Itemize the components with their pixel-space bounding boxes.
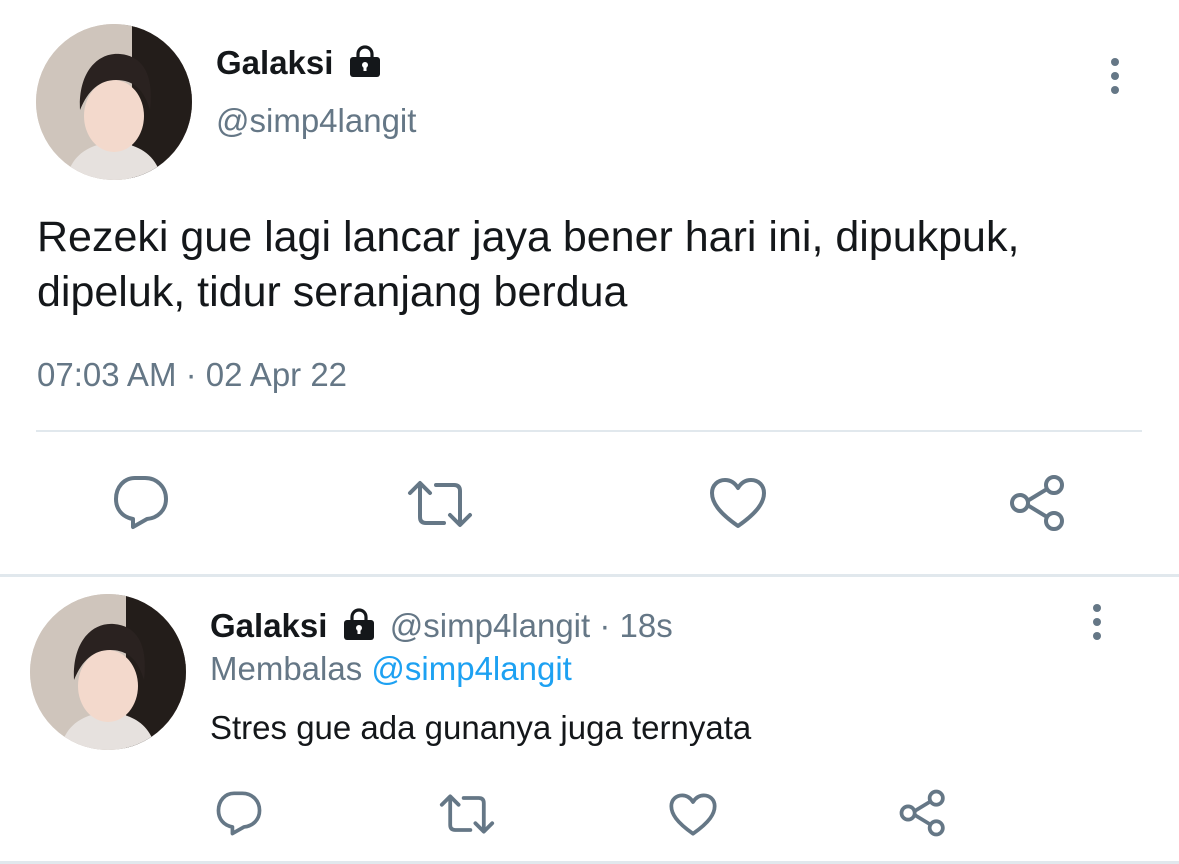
display-name-text: Galaksi (216, 44, 334, 81)
reply-like-icon[interactable] (668, 792, 718, 837)
main-share-icon[interactable] (1007, 474, 1069, 532)
main-tweet-more-vert-icon[interactable] (1106, 58, 1124, 94)
lock-icon (347, 44, 383, 86)
main-like-icon[interactable] (708, 476, 768, 530)
reply-tweet-more-vert-icon[interactable] (1088, 604, 1106, 640)
main-reply-icon[interactable] (111, 474, 171, 530)
main-tweet-avatar[interactable] (36, 24, 192, 180)
main-tweet-handle[interactable]: @simp4langit (216, 102, 416, 140)
reply-share-icon[interactable] (897, 789, 949, 837)
reply-tweet-text: Stres gue ada gunanya juga ternyata (210, 709, 752, 746)
main-tweet-timestamp[interactable]: 07:03 AM · 02 Apr 22 (37, 356, 347, 394)
reply-replying-to: Membalas @simp4langit (210, 650, 572, 688)
replying-label: Membalas (210, 650, 363, 687)
main-retweet-icon[interactable] (406, 479, 474, 529)
replying-to-link[interactable]: @simp4langit (371, 650, 571, 687)
reply-tweet-avatar[interactable] (30, 594, 186, 750)
main-tweet-text-line1: Rezeki gue lagi lancar jaya bener hari i… (37, 213, 1020, 261)
main-tweet-text: Rezeki gue lagi lancar jaya bener hari i… (37, 210, 1019, 320)
reply-display-name[interactable]: Galaksi (210, 607, 327, 644)
main-tweet-divider (36, 430, 1142, 432)
reply-retweet-icon[interactable] (438, 793, 496, 835)
reply-handle-time[interactable]: @simp4langit · 18s (390, 607, 673, 644)
main-tweet-text-line2: dipeluk, tidur seranjang berdua (37, 268, 628, 316)
main-tweet-display-name[interactable]: Galaksi (216, 44, 383, 86)
reply-reply-icon[interactable] (214, 790, 264, 836)
reply-tweet-header: Galaksi @simp4langit · 18s (210, 607, 673, 649)
lock-icon (341, 607, 377, 649)
section-divider (0, 574, 1179, 577)
